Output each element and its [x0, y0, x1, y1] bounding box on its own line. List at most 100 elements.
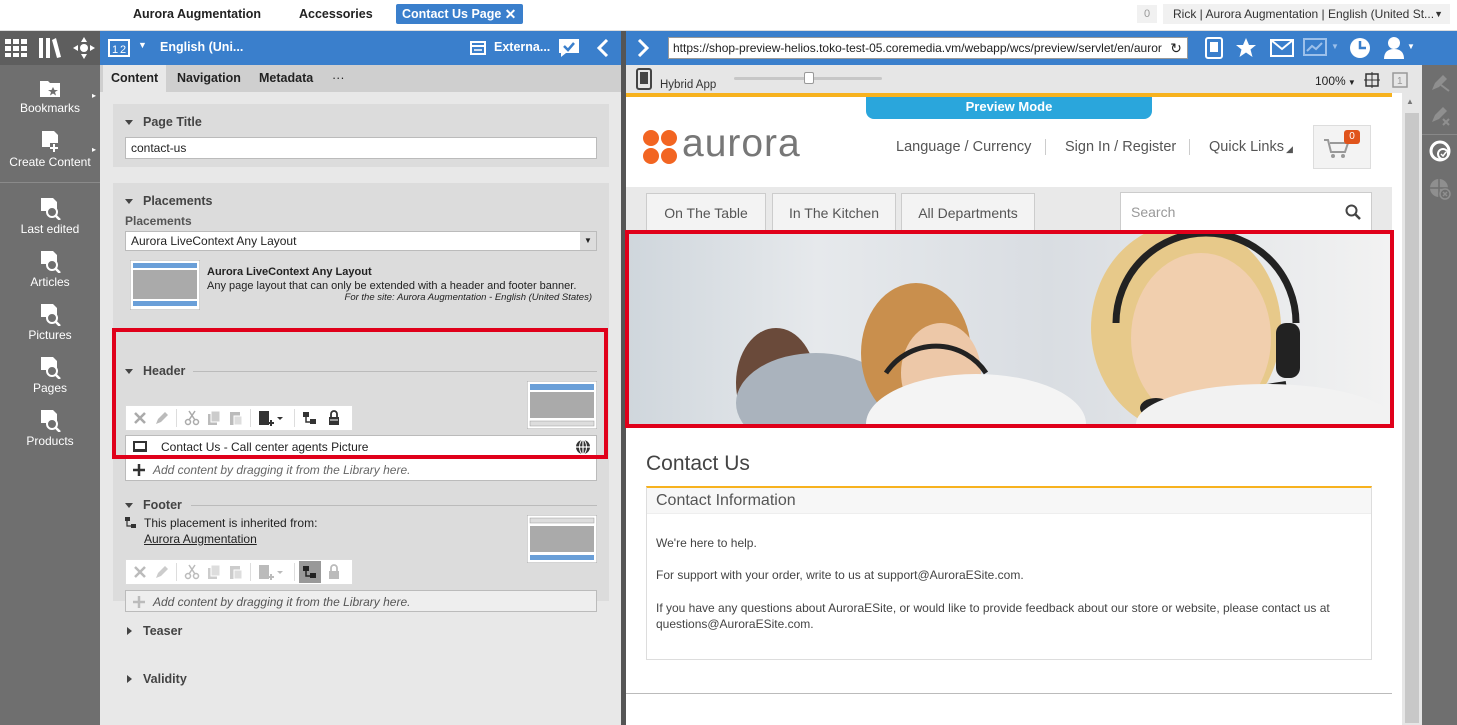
search-doc-icon: [41, 410, 61, 432]
approve-comment-icon[interactable]: [558, 38, 580, 58]
add-document-icon[interactable]: [258, 564, 284, 580]
site-logo-text[interactable]: aurora: [682, 122, 801, 166]
expand-triangle-icon[interactable]: [127, 627, 132, 635]
nav-bookmarks[interactable]: Bookmarks ▸: [0, 77, 100, 121]
tab-metadata[interactable]: Metadata: [251, 65, 321, 92]
editor-tabs: Content Navigation Metadata ···: [100, 65, 621, 92]
scroll-up-icon[interactable]: ▲: [1406, 97, 1414, 106]
dept-in-the-kitchen[interactable]: In The Kitchen: [772, 193, 896, 233]
footer-placement-thumbnail: [527, 515, 597, 563]
nav-last-edited[interactable]: Last edited: [0, 198, 100, 236]
close-tab-icon[interactable]: ✕: [505, 4, 517, 24]
withdraw-disabled-icon[interactable]: [1428, 177, 1452, 201]
footer-item-list: Add content by dragging it from the Libr…: [125, 590, 597, 612]
actual-size-icon[interactable]: 1: [1392, 72, 1408, 88]
sign-in-link[interactable]: Sign In / Register: [1065, 139, 1176, 155]
search-doc-icon: [41, 357, 61, 379]
contact-paragraph-1: We're here to help.: [656, 536, 757, 550]
tab-navigation[interactable]: Navigation: [169, 65, 249, 92]
paste-icon[interactable]: [228, 564, 244, 580]
dept-on-the-table[interactable]: On The Table: [646, 193, 766, 233]
collapse-triangle-icon[interactable]: [125, 199, 133, 204]
device-preview-icon[interactable]: [1203, 37, 1225, 59]
bookmark-icon: [40, 81, 60, 97]
cart-button[interactable]: 0: [1313, 125, 1371, 169]
expand-triangle-icon[interactable]: [127, 675, 132, 683]
external-preview-label[interactable]: Externa...: [494, 40, 550, 54]
library-icon[interactable]: [39, 38, 61, 58]
placements-heading: Placements: [143, 194, 213, 208]
nav-create-content[interactable]: Create Content ▸: [0, 131, 100, 175]
chevron-down-icon[interactable]: ▼: [138, 40, 147, 50]
reload-icon[interactable]: ↻: [1168, 38, 1184, 58]
edit-disabled-icon[interactable]: [1429, 71, 1451, 93]
right-rail-header: [1422, 31, 1457, 65]
mail-icon[interactable]: [1270, 39, 1294, 57]
zoom-select[interactable]: 100% ▼: [1315, 74, 1356, 88]
analytics-icon[interactable]: [1303, 38, 1329, 58]
user-persona-icon[interactable]: [1383, 36, 1405, 60]
dept-all-departments[interactable]: All Departments: [901, 193, 1035, 233]
external-preview-icon: [470, 41, 486, 55]
edit-remove-disabled-icon[interactable]: [1429, 105, 1451, 127]
scrollbar-thumb[interactable]: [1405, 113, 1419, 723]
nav-pages[interactable]: Pages: [0, 357, 100, 395]
nav-products[interactable]: Products: [0, 410, 100, 448]
aurora-logo-icon[interactable]: [642, 129, 678, 165]
validity-section-heading[interactable]: Validity: [143, 672, 187, 686]
lock-icon[interactable]: [326, 564, 342, 580]
collapse-left-icon[interactable]: [596, 39, 610, 57]
layout-description: Any page layout that can only be extende…: [207, 280, 577, 292]
inherit-toggle-active[interactable]: [299, 561, 321, 583]
tab-accessories[interactable]: Accessories: [293, 4, 379, 24]
preview-scrollbar[interactable]: ▲: [1402, 93, 1422, 725]
tab-aurora-augmentation[interactable]: Aurora Augmentation: [127, 4, 267, 24]
edit-pencil-icon[interactable]: [154, 564, 170, 580]
layout-site: For the site: Aurora Augmentation - Engl…: [344, 292, 592, 303]
collapse-triangle-icon[interactable]: [125, 503, 133, 508]
department-bar: On The Table In The Kitchen All Departme…: [626, 187, 1392, 233]
slider-handle[interactable]: [804, 72, 814, 84]
page-title-input[interactable]: contact-us: [125, 137, 597, 159]
collapse-triangle-icon[interactable]: [125, 120, 133, 125]
device-width-slider[interactable]: [734, 72, 882, 84]
copy-icon[interactable]: [206, 564, 222, 580]
drag-move-icon[interactable]: [73, 37, 95, 59]
tab-content[interactable]: Content: [103, 65, 167, 92]
inherit-placement-icon: [303, 566, 316, 578]
svg-text:1: 1: [1397, 76, 1403, 87]
preview-url-field[interactable]: https://shop-preview-helios.toko-test-05…: [668, 37, 1188, 59]
expand-right-icon[interactable]: [636, 39, 650, 57]
footer-inherited-link[interactable]: Aurora Augmentation: [144, 532, 257, 546]
contact-info-heading: Contact Information: [656, 492, 796, 509]
remove-icon[interactable]: [132, 564, 148, 580]
fit-screen-icon[interactable]: [1364, 72, 1380, 88]
nav-bookmarks-label: Bookmarks: [19, 101, 81, 115]
star-icon[interactable]: [1235, 37, 1257, 59]
inherit-placement-icon: [125, 517, 136, 528]
more-tabs-button[interactable]: ···: [324, 65, 353, 92]
version-compare-icon[interactable]: 12: [108, 39, 130, 57]
locale-selector[interactable]: English (Uni...: [160, 40, 243, 54]
content-editor-panel: 12 ▼ English (Uni... Externa... Content …: [100, 31, 621, 725]
teaser-section-heading[interactable]: Teaser: [143, 624, 182, 638]
search-icon[interactable]: [1345, 204, 1361, 220]
hero-highlight-box: [625, 230, 1394, 428]
user-menu-label: Rick | Aurora Augmentation | English (Un…: [1173, 7, 1435, 21]
left-nav-toolbar: [0, 31, 100, 65]
cut-icon[interactable]: [184, 564, 200, 580]
quick-links-menu[interactable]: Quick Links: [1209, 139, 1284, 155]
nav-articles[interactable]: Articles: [0, 251, 100, 289]
notification-badge[interactable]: 0: [1137, 5, 1157, 23]
nav-pictures[interactable]: Pictures: [0, 304, 100, 342]
layout-select[interactable]: Aurora LiveContext Any Layout ▼: [125, 231, 597, 251]
clock-icon[interactable]: [1348, 36, 1372, 60]
publish-sync-icon[interactable]: [1428, 139, 1452, 163]
device-label: Hybrid App: [660, 79, 717, 91]
apps-grid-icon[interactable]: [5, 39, 27, 57]
user-menu[interactable]: Rick | Aurora Augmentation | English (Un…: [1163, 4, 1450, 24]
language-currency-link[interactable]: Language / Currency: [896, 139, 1031, 155]
tab-contact-us-page[interactable]: Contact Us Page ✕: [396, 4, 524, 24]
site-search-input[interactable]: Search: [1120, 192, 1372, 232]
layout-thumbnail: [130, 260, 200, 310]
